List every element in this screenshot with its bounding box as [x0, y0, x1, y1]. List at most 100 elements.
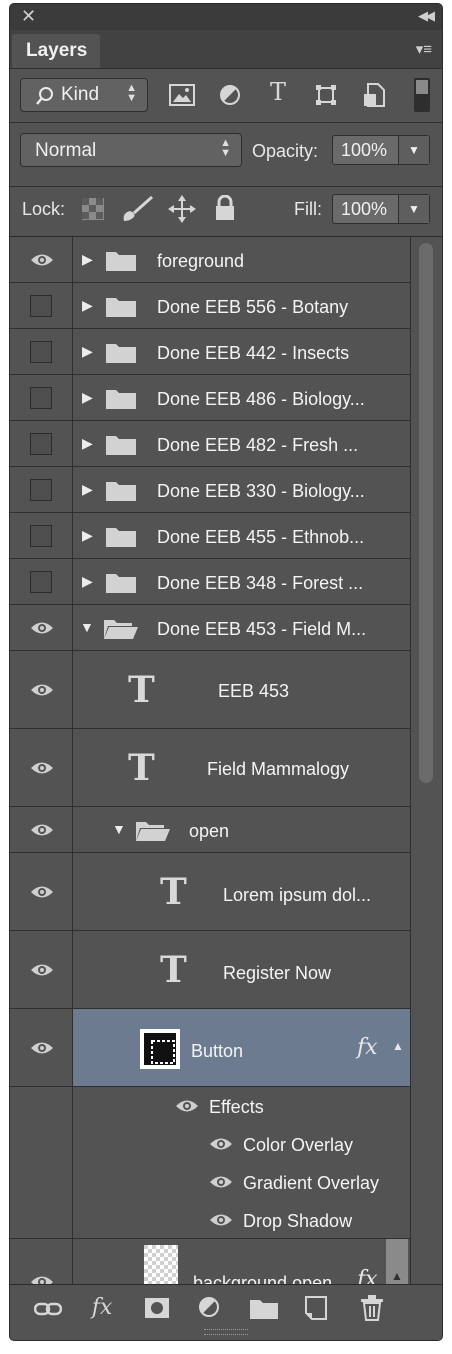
visibility-cell[interactable]: [10, 559, 73, 604]
visibility-cell[interactable]: [10, 651, 73, 728]
filter-toggle-icon[interactable]: [414, 78, 430, 112]
effect-item[interactable]: Drop Shadow: [243, 1211, 352, 1232]
visibility-toggle[interactable]: [30, 387, 52, 409]
eye-icon[interactable]: [30, 683, 54, 697]
new-layer-icon[interactable]: [304, 1295, 328, 1321]
visibility-toggle[interactable]: [30, 525, 52, 547]
visibility-cell[interactable]: [10, 421, 73, 466]
shape-filter-icon[interactable]: [315, 84, 337, 106]
layer-row[interactable]: ▶ Done EEB 442 - Insects: [10, 329, 410, 375]
layer-row[interactable]: ▼ open: [10, 807, 410, 853]
visibility-cell[interactable]: [10, 283, 73, 328]
eye-icon[interactable]: [30, 963, 54, 977]
eye-icon[interactable]: [209, 1175, 233, 1189]
expand-triangle-icon[interactable]: ▶: [82, 573, 93, 590]
collapse-effects-icon[interactable]: ▲: [392, 1039, 404, 1053]
layer-row[interactable]: ▶ Done EEB 486 - Biology...: [10, 375, 410, 421]
layer-row[interactable]: ▶ foreground: [10, 237, 410, 283]
layer-row[interactable]: ▶ Done EEB 556 - Botany: [10, 283, 410, 329]
visibility-cell[interactable]: [10, 1239, 73, 1285]
layer-name: Done EEB 455 - Ethnob...: [157, 527, 365, 547]
opacity-field[interactable]: 100% ▼: [332, 135, 430, 165]
visibility-cell[interactable]: [10, 807, 73, 852]
visibility-toggle[interactable]: [30, 433, 52, 455]
eye-icon[interactable]: [30, 1041, 54, 1055]
link-layers-icon[interactable]: [34, 1301, 62, 1317]
eye-icon[interactable]: [175, 1099, 199, 1113]
visibility-toggle[interactable]: [30, 479, 52, 501]
layer-row[interactable]: ▶ Done EEB 455 - Ethnob...: [10, 513, 410, 559]
filter-kind-select[interactable]: Kind ▲ ▼: [20, 78, 148, 112]
layer-row[interactable]: T Field Mammalogy: [10, 729, 410, 807]
collapse-panel-icon[interactable]: ◀◀: [418, 8, 435, 24]
new-adjustment-icon[interactable]: [198, 1296, 222, 1320]
fx-icon[interactable]: fx: [357, 1267, 378, 1285]
fx-icon[interactable]: fx: [357, 1035, 378, 1060]
visibility-cell[interactable]: [10, 931, 73, 1008]
fill-field[interactable]: 100% ▼: [332, 194, 430, 224]
collapse-triangle-icon[interactable]: ▼: [112, 821, 126, 837]
blend-mode-select[interactable]: Normal ▲ ▼: [20, 133, 242, 167]
chevron-down-icon[interactable]: ▼: [398, 195, 429, 223]
visibility-cell[interactable]: [10, 605, 73, 650]
expand-triangle-icon[interactable]: ▶: [82, 527, 93, 544]
visibility-toggle[interactable]: [30, 571, 52, 593]
adjustment-filter-icon[interactable]: [219, 84, 241, 106]
visibility-toggle[interactable]: [30, 341, 52, 363]
effect-item[interactable]: Color Overlay: [243, 1135, 353, 1156]
visibility-cell[interactable]: [10, 329, 73, 374]
close-panel-icon[interactable]: ✕: [21, 6, 36, 27]
collapse-effects-icon[interactable]: ▲: [391, 1269, 403, 1283]
expand-triangle-icon[interactable]: ▶: [82, 481, 93, 498]
visibility-cell[interactable]: [10, 853, 73, 930]
expand-triangle-icon[interactable]: ▶: [82, 435, 93, 452]
lock-position-icon[interactable]: [168, 195, 196, 223]
eye-icon[interactable]: [209, 1213, 233, 1227]
chevron-down-icon[interactable]: ▼: [398, 136, 429, 164]
smart-object-filter-icon[interactable]: [362, 82, 386, 108]
eye-icon[interactable]: [30, 253, 54, 267]
layer-row[interactable]: background open fx ▲: [10, 1239, 410, 1285]
scrollbar-thumb[interactable]: [419, 243, 433, 783]
raster-thumbnail-icon: [144, 1245, 178, 1285]
visibility-cell[interactable]: [10, 375, 73, 420]
visibility-cell[interactable]: [10, 513, 73, 558]
add-mask-icon[interactable]: [144, 1297, 170, 1319]
visibility-cell[interactable]: [10, 237, 73, 282]
expand-triangle-icon[interactable]: ▶: [82, 297, 93, 314]
layer-row[interactable]: ▶ Done EEB 330 - Biology...: [10, 467, 410, 513]
layer-row[interactable]: ▶ Done EEB 482 - Fresh ...: [10, 421, 410, 467]
layer-row[interactable]: T EEB 453: [10, 651, 410, 729]
layer-row[interactable]: ▶ Done EEB 348 - Forest ...: [10, 559, 410, 605]
effect-item[interactable]: Gradient Overlay: [243, 1173, 379, 1194]
resize-grip[interactable]: [204, 1329, 248, 1335]
expand-triangle-icon[interactable]: ▶: [82, 389, 93, 406]
lock-pixels-icon[interactable]: [120, 195, 154, 223]
expand-triangle-icon[interactable]: ▶: [82, 343, 93, 360]
eye-icon[interactable]: [30, 823, 54, 837]
layer-row-selected[interactable]: Button fx ▲: [10, 1009, 410, 1087]
visibility-cell[interactable]: [10, 729, 73, 806]
visibility-toggle[interactable]: [30, 295, 52, 317]
image-filter-icon[interactable]: [169, 84, 195, 106]
lock-transparent-icon[interactable]: [82, 198, 104, 220]
new-group-icon[interactable]: [250, 1297, 278, 1319]
eye-icon[interactable]: [30, 621, 54, 635]
expand-triangle-icon[interactable]: ▶: [82, 251, 93, 268]
tab-layers[interactable]: Layers: [12, 34, 100, 68]
scrollbar[interactable]: [410, 237, 442, 1285]
layer-row[interactable]: ▼ Done EEB 453 - Field M...: [10, 605, 410, 651]
eye-icon[interactable]: [30, 761, 54, 775]
type-filter-icon[interactable]: T: [260, 78, 296, 106]
visibility-cell[interactable]: [10, 467, 73, 512]
fx-icon[interactable]: fx: [86, 1295, 118, 1320]
panel-menu-icon[interactable]: ▾≡: [416, 40, 432, 58]
layer-row[interactable]: T Register Now: [10, 931, 410, 1009]
eye-icon[interactable]: [30, 885, 54, 899]
delete-icon[interactable]: [360, 1295, 384, 1321]
lock-all-icon[interactable]: [214, 195, 236, 221]
layer-row[interactable]: T Lorem ipsum dol...: [10, 853, 410, 931]
visibility-cell[interactable]: [10, 1009, 73, 1086]
eye-icon[interactable]: [209, 1137, 233, 1151]
collapse-triangle-icon[interactable]: ▼: [80, 619, 94, 635]
